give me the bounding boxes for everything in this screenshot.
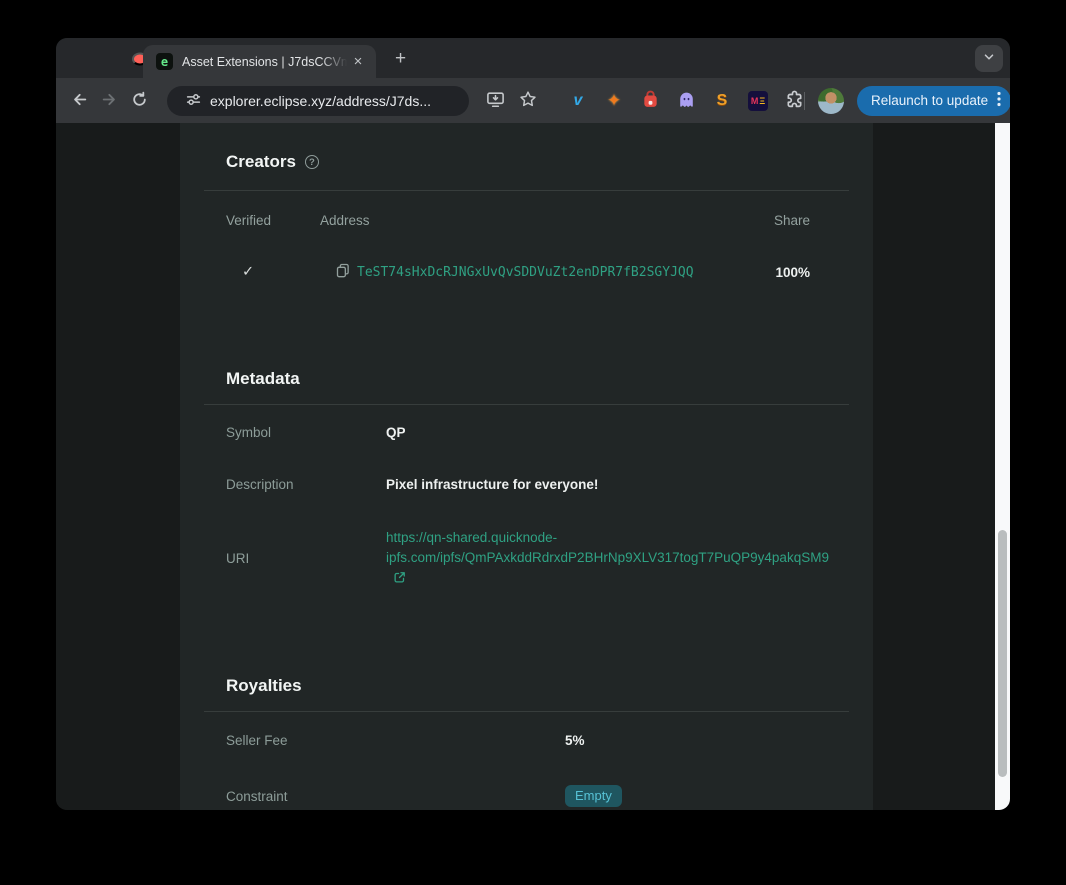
reload-button[interactable] bbox=[124, 86, 154, 116]
uri-link[interactable]: https://qn-shared.quicknode-ipfs.com/ipf… bbox=[386, 530, 829, 565]
copy-address-button[interactable] bbox=[336, 263, 350, 281]
uri-label: URI bbox=[226, 551, 386, 566]
extensions-menu-button[interactable] bbox=[784, 91, 804, 111]
constraint-row: Constraint Empty bbox=[204, 785, 849, 807]
browser-toolbar: explorer.eclipse.xyz/address/J7ds... v ✦ bbox=[56, 78, 1010, 123]
share-column-header: Share bbox=[740, 213, 810, 228]
star-icon bbox=[519, 90, 537, 111]
symbol-row: Symbol QP bbox=[204, 425, 849, 440]
profile-avatar[interactable] bbox=[818, 88, 844, 114]
desktop-background: e Asset Extensions | J7dsCCVm × + bbox=[0, 0, 1066, 885]
creator-table-row: ✓ TeST74sHxDcRJNGxUvQvSDDVuZt2enDPR7fB2S… bbox=[204, 256, 849, 288]
description-label: Description bbox=[226, 477, 386, 492]
tune-icon bbox=[186, 92, 201, 110]
kebab-menu-icon bbox=[997, 91, 1001, 110]
external-link-icon bbox=[393, 571, 406, 587]
section-divider bbox=[204, 190, 849, 191]
forward-button[interactable] bbox=[94, 86, 124, 116]
description-row: Description Pixel infrastructure for eve… bbox=[204, 477, 849, 492]
copy-icon bbox=[336, 263, 350, 281]
backpack-wallet-icon bbox=[641, 90, 660, 112]
description-value: Pixel infrastructure for everyone! bbox=[386, 477, 598, 492]
verified-column-header: Verified bbox=[226, 213, 320, 228]
section-divider bbox=[204, 404, 849, 405]
monitor-download-icon bbox=[486, 90, 505, 112]
tab-title: Asset Extensions | J7dsCCVm bbox=[182, 54, 347, 70]
tab-close-button[interactable]: × bbox=[349, 53, 367, 71]
metadata-heading: Metadata bbox=[226, 369, 300, 389]
creator-address-link[interactable]: TeST74sHxDcRJNGxUvQvSDDVuZt2enDPR7fB2SGY… bbox=[357, 265, 694, 280]
toolbar-divider bbox=[804, 92, 805, 110]
seller-fee-label: Seller Fee bbox=[226, 733, 565, 748]
backpack-wallet-extension-button[interactable] bbox=[640, 91, 660, 111]
back-arrow-icon bbox=[71, 91, 88, 111]
forward-arrow-icon bbox=[101, 91, 118, 111]
metadata-section-title: Metadata bbox=[204, 368, 849, 390]
vimeo-icon: v bbox=[574, 92, 583, 110]
new-tab-button[interactable]: + bbox=[390, 48, 411, 69]
symbol-value: QP bbox=[386, 425, 406, 440]
tab-search-button[interactable] bbox=[975, 45, 1003, 72]
constraint-label: Constraint bbox=[226, 789, 565, 804]
magic-eden-icon: M Ξ bbox=[748, 91, 768, 111]
eclipse-favicon-icon: e bbox=[156, 53, 173, 70]
seller-fee-value: 5% bbox=[565, 733, 585, 748]
back-button[interactable] bbox=[64, 86, 94, 116]
section-divider bbox=[204, 711, 849, 712]
relaunch-label: Relaunch to update bbox=[871, 93, 988, 108]
sparkle-icon: ✦ bbox=[607, 91, 621, 111]
royalties-heading: Royalties bbox=[226, 676, 302, 696]
url-text: explorer.eclipse.xyz/address/J7ds... bbox=[210, 93, 431, 109]
address-column-header: Address bbox=[320, 213, 740, 228]
open-uri-button[interactable] bbox=[393, 571, 406, 587]
page-viewport: Creators ? Verified Address Share ✓ bbox=[56, 123, 1010, 810]
constraint-empty-badge: Empty bbox=[565, 785, 622, 807]
vimeo-extension-button[interactable]: v bbox=[568, 91, 588, 111]
creators-section-title: Creators ? bbox=[204, 151, 849, 173]
browser-tab[interactable]: e Asset Extensions | J7dsCCVm × bbox=[143, 45, 376, 78]
page-scrollbar-track[interactable] bbox=[995, 123, 1010, 810]
chevron-down-icon bbox=[982, 50, 996, 67]
creators-heading: Creators bbox=[226, 152, 296, 172]
tab-strip: e Asset Extensions | J7dsCCVm × + bbox=[56, 38, 1010, 78]
solflare-icon: S bbox=[717, 92, 728, 110]
scrollbar-thumb[interactable] bbox=[998, 530, 1007, 777]
extension-icons-row: v ✦ S bbox=[568, 91, 804, 111]
sparkle-extension-button[interactable]: ✦ bbox=[604, 91, 624, 111]
puzzle-piece-icon bbox=[785, 90, 804, 112]
creators-table-header: Verified Address Share bbox=[204, 213, 849, 228]
royalties-section-title: Royalties bbox=[204, 675, 849, 697]
browser-window: e Asset Extensions | J7dsCCVm × + bbox=[56, 38, 1010, 810]
verified-check-icon: ✓ bbox=[226, 264, 336, 280]
site-settings-button[interactable] bbox=[186, 92, 201, 110]
phantom-ghost-icon bbox=[677, 90, 696, 112]
seller-fee-row: Seller Fee 5% bbox=[204, 733, 849, 748]
address-bar[interactable]: explorer.eclipse.xyz/address/J7ds... bbox=[167, 86, 469, 116]
bookmark-button[interactable] bbox=[513, 86, 543, 116]
content-card: Creators ? Verified Address Share ✓ bbox=[180, 123, 873, 810]
phantom-wallet-extension-button[interactable] bbox=[676, 91, 696, 111]
reload-icon bbox=[131, 91, 148, 111]
uri-row: URI https://qn-shared.quicknode-ipfs.com… bbox=[204, 528, 849, 588]
relaunch-to-update-button[interactable]: Relaunch to update bbox=[857, 86, 1010, 116]
magic-eden-extension-button[interactable]: M Ξ bbox=[748, 91, 768, 111]
help-icon[interactable]: ? bbox=[305, 155, 319, 169]
solflare-extension-button[interactable]: S bbox=[712, 91, 732, 111]
creator-share-value: 100% bbox=[740, 265, 810, 280]
install-page-button[interactable] bbox=[480, 86, 510, 116]
symbol-label: Symbol bbox=[226, 425, 386, 440]
